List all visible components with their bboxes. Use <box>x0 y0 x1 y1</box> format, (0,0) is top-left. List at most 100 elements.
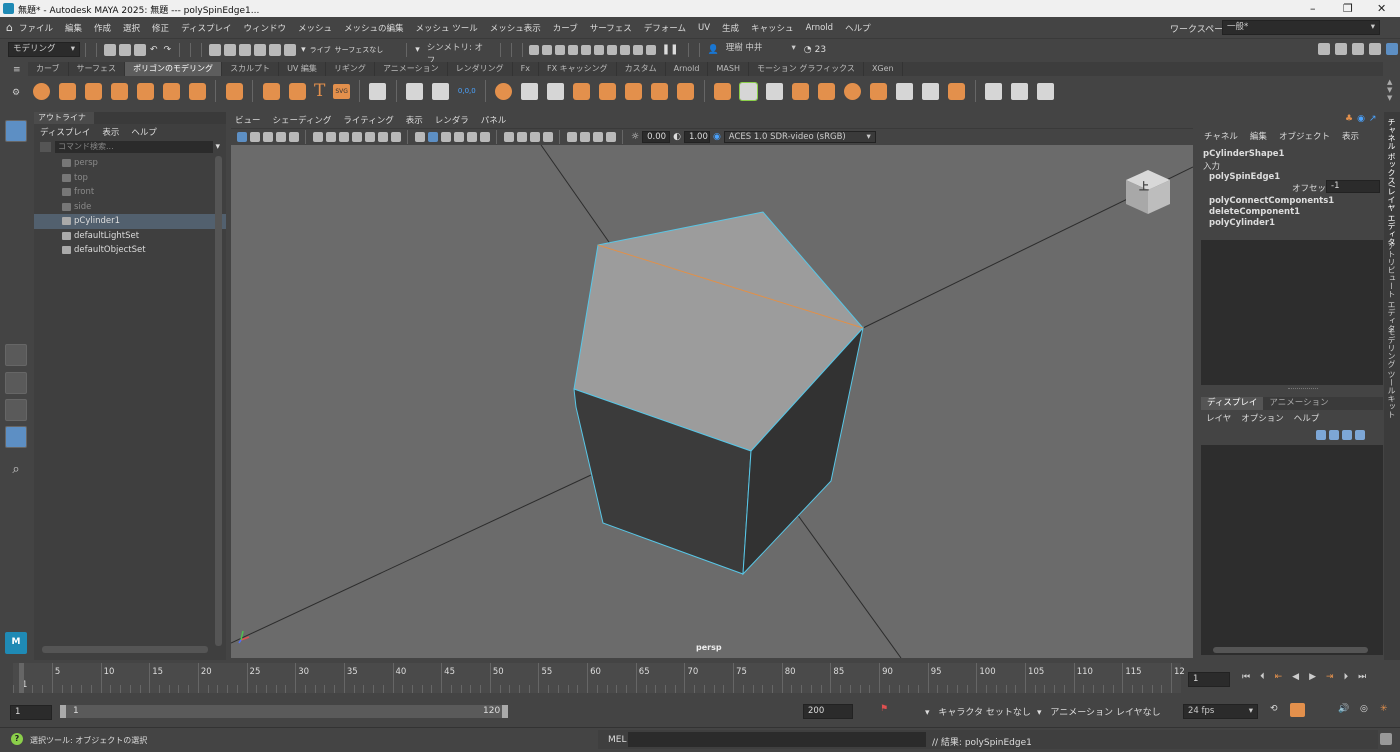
sweep-mesh-icon[interactable] <box>288 82 306 100</box>
snap-view-icon[interactable] <box>568 44 579 55</box>
offset-field[interactable]: -1 <box>1326 180 1380 193</box>
last-tool-icon[interactable] <box>5 310 27 332</box>
poly-cylinder-icon[interactable] <box>84 82 102 100</box>
select-paint-icon[interactable] <box>268 43 281 56</box>
bridge-icon[interactable] <box>766 82 784 100</box>
smooth-shade-icon[interactable] <box>427 132 438 142</box>
outliner-tab[interactable]: アウトライナ <box>34 112 94 124</box>
camera-icon[interactable] <box>325 132 336 142</box>
paint-select-tool-icon[interactable] <box>5 176 27 198</box>
outliner-layout-icon[interactable] <box>5 426 27 448</box>
poly-sphere-icon[interactable] <box>32 82 50 100</box>
layer-tab[interactable]: ディスプレイ <box>1201 397 1264 410</box>
sound-icon[interactable]: 🔊 <box>1338 704 1349 714</box>
panel-splitter[interactable] <box>1288 388 1318 390</box>
select-component-icon[interactable] <box>238 43 251 56</box>
step-back-frame-icon[interactable]: ⏴ <box>1260 672 1265 682</box>
ipr-render-icon[interactable] <box>607 44 618 55</box>
shelf-settings-icon[interactable]: ⚙ <box>12 88 20 98</box>
shelf-tab[interactable]: Fx <box>513 62 539 76</box>
step-forward-key-icon[interactable]: ⇥ <box>1326 672 1334 682</box>
soft-select-icon[interactable] <box>283 43 296 56</box>
search-filter-icon[interactable] <box>40 142 51 152</box>
cache-playback-icon[interactable] <box>1290 703 1305 717</box>
anti-aliasing-icon[interactable] <box>592 132 603 142</box>
field-chart-icon[interactable] <box>377 132 388 142</box>
single-pane-icon[interactable] <box>5 344 27 366</box>
viewport-menu-item[interactable]: レンダラ <box>435 114 469 126</box>
outliner-hscroll[interactable] <box>42 646 208 653</box>
new-scene-icon[interactable] <box>103 43 116 56</box>
new-layer-selected-icon[interactable] <box>1328 430 1339 440</box>
range-slider[interactable]: 1 120 <box>60 705 508 718</box>
minimize-button[interactable]: – <box>1310 2 1316 15</box>
target-weld-icon[interactable] <box>844 82 862 100</box>
select-lasso-icon[interactable] <box>253 43 266 56</box>
twod-pan-icon[interactable] <box>288 132 299 142</box>
modeling-toolkit-side-tab[interactable]: モデリング ツールキット <box>1386 328 1397 419</box>
lasso-tool-icon[interactable] <box>5 148 27 170</box>
color-management-icon[interactable]: ◉ <box>713 132 721 142</box>
fps-dropdown[interactable]: 24 fps ▾ <box>1183 704 1258 719</box>
menu-item[interactable]: 生成 <box>722 22 739 34</box>
backface-culling-icon[interactable] <box>542 132 553 142</box>
four-pane-icon[interactable] <box>5 372 27 394</box>
bonus-icon[interactable]: ✳ <box>1380 704 1388 714</box>
exposure-field[interactable]: 0.00 <box>642 131 671 143</box>
shelf-tab[interactable]: サーフェス <box>69 62 126 76</box>
gate-mask-icon[interactable] <box>364 132 375 142</box>
attribute-editor-side-tab[interactable]: アトリビュート エディタ <box>1386 242 1397 333</box>
layer-move-down-icon[interactable] <box>1354 430 1365 440</box>
command-input[interactable] <box>628 732 926 747</box>
redo-icon[interactable]: ↷ <box>164 45 172 55</box>
viewport-menu-item[interactable]: ライティング <box>343 114 393 126</box>
motion-blur-icon[interactable] <box>579 132 590 142</box>
outliner-menu-item[interactable]: ヘルプ <box>131 126 157 138</box>
poly-disc-icon[interactable] <box>188 82 206 100</box>
menu-item[interactable]: デフォーム <box>644 22 686 34</box>
menu-item[interactable]: ウィンドウ <box>243 22 286 34</box>
menu-item[interactable]: メッシュの編集 <box>344 22 404 34</box>
search-icon[interactable]: ⌕ <box>5 460 27 482</box>
outliner-menu-item[interactable]: ディスプレイ <box>40 126 90 138</box>
channelbox-menu-item[interactable]: チャネル <box>1204 130 1238 142</box>
outliner-item[interactable]: pCylinder1 <box>34 214 226 229</box>
toggle-layout-icon[interactable] <box>1385 43 1398 55</box>
shelf-tab[interactable]: UV 編集 <box>279 62 326 76</box>
shelf-tab[interactable]: モーション グラフィックス <box>749 62 864 76</box>
sculpt-icon[interactable] <box>985 82 1003 100</box>
workspace-dropdown[interactable]: 一般* ▾ <box>1222 20 1380 35</box>
character-set-dropdown[interactable]: ▾ キャラクタ セットなし <box>925 705 1031 718</box>
depth-of-field-icon[interactable] <box>605 132 616 142</box>
menu-item[interactable]: ファイル <box>19 22 53 34</box>
anim-end-field[interactable]: 200 <box>803 704 853 719</box>
smooth-icon[interactable] <box>547 82 565 100</box>
outliner-item[interactable]: side <box>34 200 226 215</box>
auto-key-icon[interactable]: ⚑ <box>880 704 888 714</box>
menu-item[interactable]: 作成 <box>94 22 111 34</box>
input-node-delete[interactable]: deleteComponent1 <box>1209 207 1300 217</box>
menu-item[interactable]: UV <box>698 23 710 33</box>
snap-curve-icon[interactable] <box>542 44 553 55</box>
menu-item[interactable]: サーフェス <box>590 22 632 34</box>
mirror-icon[interactable] <box>651 82 669 100</box>
select-hierarchy-icon[interactable] <box>208 43 221 56</box>
play-backwards-icon[interactable]: ◀ <box>1292 672 1299 682</box>
camera-lock-icon[interactable] <box>312 132 323 142</box>
input-node-spinedge[interactable]: polySpinEdge1 <box>1209 172 1280 182</box>
safe-action-icon[interactable] <box>390 132 401 142</box>
new-layer-empty-icon[interactable] <box>1315 430 1326 440</box>
current-frame-field[interactable]: 1 <box>1188 672 1230 687</box>
freeze-transform-icon[interactable]: 0,0,0 <box>458 87 476 95</box>
move-tool-icon[interactable] <box>5 204 27 226</box>
shelf-tab[interactable]: Arnold <box>666 62 709 76</box>
layer-tab[interactable]: アニメーション <box>1263 397 1334 410</box>
shadows-icon[interactable] <box>479 132 490 142</box>
snap-grid-icon[interactable] <box>529 44 540 55</box>
outliner-item[interactable]: defaultObjectSet <box>34 243 226 258</box>
circularize-icon[interactable] <box>677 82 695 100</box>
shelf-tab[interactable]: リギング <box>326 62 375 76</box>
play-forwards-icon[interactable]: ▶ <box>1309 672 1316 682</box>
outliner-item[interactable]: top <box>34 171 226 186</box>
search-dropdown-icon[interactable]: ▾ <box>215 142 220 152</box>
